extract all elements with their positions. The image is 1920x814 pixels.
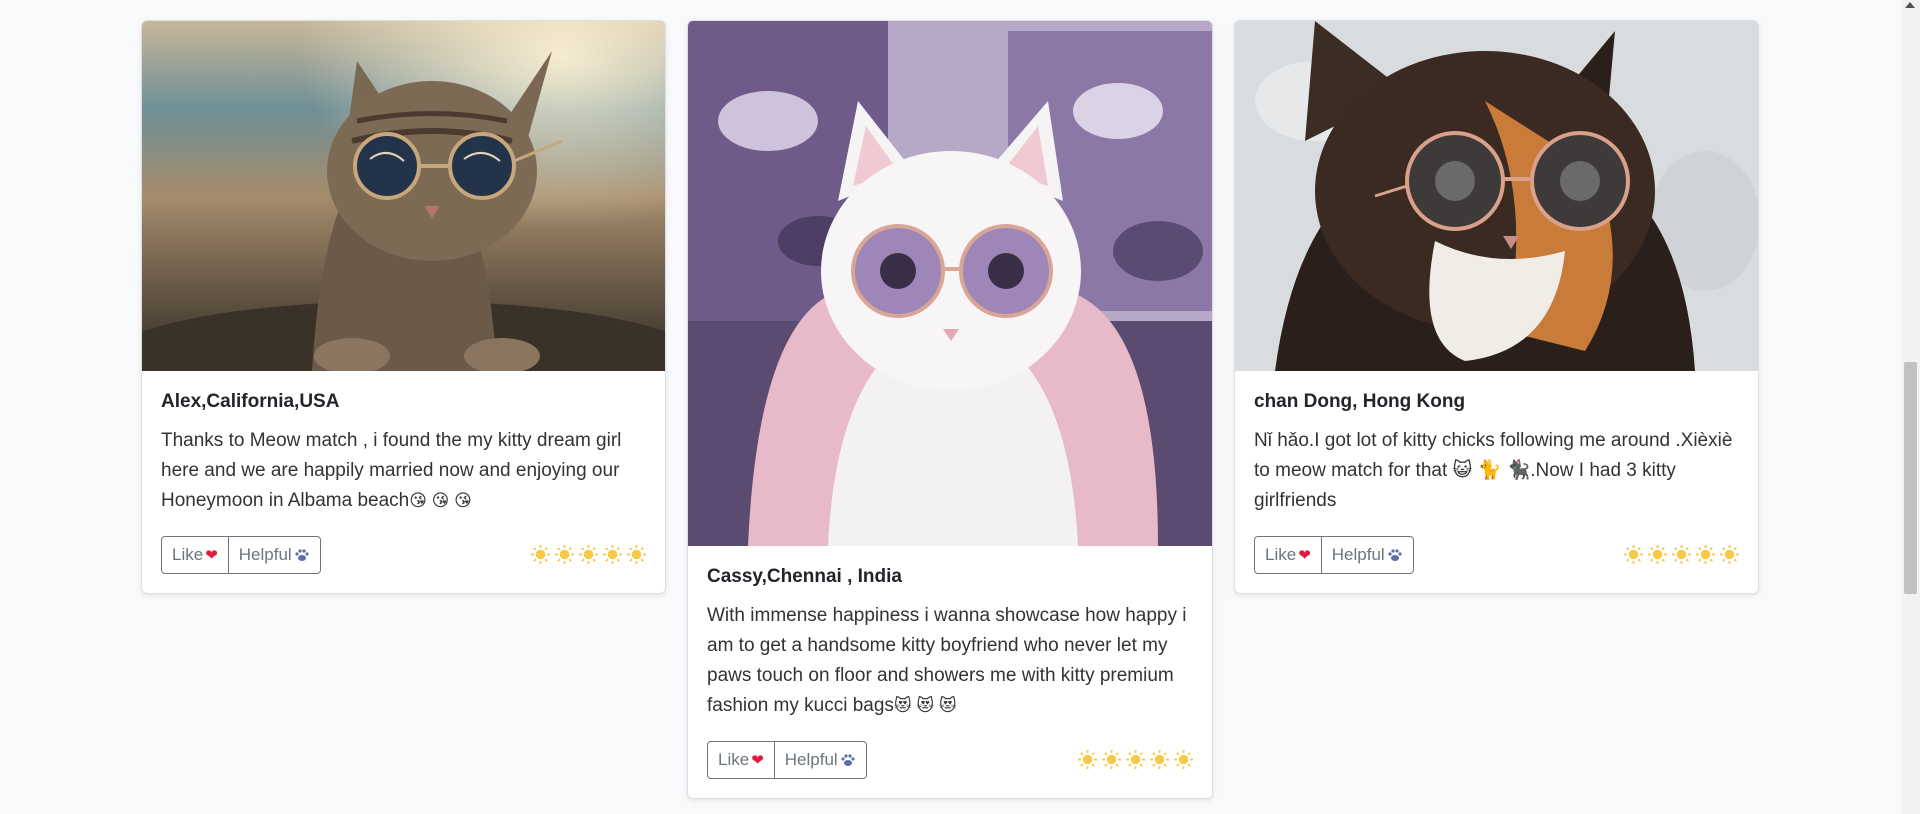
- page: Alex,California,USA Thanks to Meow match…: [0, 0, 1920, 814]
- review-author: Alex,California,USA: [161, 391, 340, 412]
- rating-stars: [531, 545, 646, 565]
- card-actions: Like ❤ Helpful: [1254, 535, 1739, 574]
- card-actions: Like ❤ Helpful: [161, 535, 646, 574]
- helpful-button[interactable]: Helpful: [228, 535, 321, 574]
- review-author: Cassy,Chennai , India: [707, 566, 902, 587]
- kiss-emoji: 😘 😘 😘: [409, 490, 472, 510]
- review-card-chan: chan Dong, Hong Kong Nǐ hǎo.I got lot of…: [1234, 20, 1759, 594]
- feedback-button-group: Like ❤ Helpful: [1254, 535, 1414, 574]
- sun-icon: [1102, 750, 1121, 770]
- review-text-body: Nǐ hǎo.I got lot of kitty chicks followi…: [1254, 429, 1733, 511]
- card-body: Cassy,Chennai , India With immense happi…: [688, 546, 1212, 798]
- card-actions: Like ❤ Helpful: [707, 740, 1193, 779]
- like-label: Like: [172, 544, 204, 564]
- sun-icon: [1672, 545, 1691, 565]
- scrollbar-thumb[interactable]: [1904, 362, 1917, 594]
- helpful-label: Helpful: [1331, 544, 1385, 564]
- helpful-button[interactable]: Helpful: [1321, 535, 1414, 574]
- rating-stars: [1624, 545, 1739, 565]
- sun-icon: [1624, 545, 1643, 565]
- sun-icon: [1720, 545, 1739, 565]
- heart-icon: ❤: [751, 751, 764, 769]
- review-text: Thanks to Meow match , i found the my ki…: [161, 426, 646, 516]
- paw-icon: [841, 754, 855, 766]
- helpful-label: Helpful: [238, 544, 292, 564]
- sun-icon: [603, 545, 622, 565]
- sun-icon: [1078, 750, 1097, 770]
- sun-icon: [1696, 545, 1715, 565]
- review-text-body: Thanks to Meow match , i found the my ki…: [161, 429, 622, 511]
- feedback-button-group: Like ❤ Helpful: [707, 740, 867, 779]
- review-author: chan Dong, Hong Kong: [1254, 391, 1466, 412]
- paw-icon: [295, 549, 309, 561]
- sun-icon: [1174, 750, 1193, 770]
- paw-icon: [1388, 549, 1402, 561]
- sun-icon: [627, 545, 646, 565]
- sun-icon: [1648, 545, 1667, 565]
- feedback-button-group: Like ❤ Helpful: [161, 535, 321, 574]
- sun-icon: [531, 545, 550, 565]
- review-card-alex: Alex,California,USA Thanks to Meow match…: [141, 20, 666, 594]
- heart-icon: ❤: [205, 546, 218, 564]
- review-card-cassy: Cassy,Chennai , India With immense happi…: [687, 20, 1213, 799]
- sun-icon: [555, 545, 574, 565]
- tabby-cat-photo: [142, 21, 665, 371]
- card-body: Alex,California,USA Thanks to Meow match…: [142, 371, 665, 593]
- page-scrollbar[interactable]: [1901, 0, 1920, 814]
- card-body: chan Dong, Hong Kong Nǐ hǎo.I got lot of…: [1235, 371, 1758, 593]
- like-button[interactable]: Like ❤: [707, 740, 775, 779]
- sun-icon: [579, 545, 598, 565]
- rating-stars: [1078, 750, 1193, 770]
- helpful-label: Helpful: [784, 749, 838, 769]
- like-button[interactable]: Like ❤: [1254, 535, 1322, 574]
- white-cat-photo: [688, 21, 1212, 546]
- scroll-up-arrow-icon[interactable]: [1905, 2, 1915, 8]
- like-label: Like: [1265, 544, 1297, 564]
- review-text: With immense happiness i wanna showcase …: [707, 601, 1193, 721]
- sun-icon: [1150, 750, 1169, 770]
- like-label: Like: [718, 749, 750, 769]
- review-text: Nǐ hǎo.I got lot of kitty chicks followi…: [1254, 426, 1739, 516]
- heart-icon: ❤: [1298, 546, 1311, 564]
- calico-cat-photo: [1235, 21, 1758, 371]
- like-button[interactable]: Like ❤: [161, 535, 229, 574]
- helpful-button[interactable]: Helpful: [774, 740, 867, 779]
- sun-icon: [1126, 750, 1145, 770]
- heart-eyes-cat-emoji: 😻 😻 😻: [893, 695, 957, 715]
